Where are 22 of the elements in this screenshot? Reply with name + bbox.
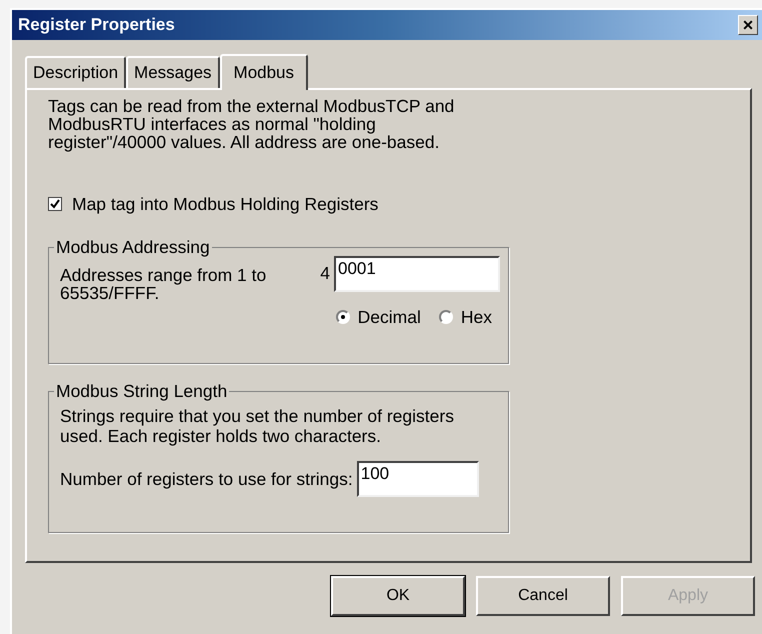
dialog-button[interactable]: OK (331, 576, 465, 616)
registers-label: Number of registers to use for strings: (60, 468, 353, 492)
radio-button[interactable] (438, 310, 453, 324)
intro-text: Tags can be read from the external ModbusTCP and ModbusRTU interfaces as normal "holding register"/40000 values. All address are one-based. (48, 97, 456, 151)
registers-field[interactable]: 100 (356, 461, 479, 498)
tab[interactable]: Messages (126, 56, 220, 88)
address-prefix: 4 (320, 262, 330, 286)
checkbox[interactable] (48, 197, 62, 212)
address-field[interactable]: 0001 (334, 256, 500, 292)
string-length-text: Strings require that you set the number of registers used. Each register holds two characters. (60, 406, 455, 446)
window-title: Register Properties (18, 14, 175, 36)
radio-button[interactable] (336, 310, 350, 324)
group-title: Modbus Addressing (54, 238, 212, 256)
address-range-text: Addresses range from 1 to 65535/FFFF. (60, 266, 268, 302)
radio-label: Hex (460, 306, 492, 330)
tab[interactable]: Modbus (220, 54, 308, 90)
close-button[interactable]: × (738, 15, 758, 35)
tab[interactable]: Description (25, 56, 126, 88)
dialog-button[interactable]: Cancel (476, 576, 610, 616)
checkbox-label: Map tag into Modbus Holding Registers (72, 193, 378, 216)
radio-label: Decimal (358, 306, 421, 330)
group-title: Modbus String Length (54, 382, 230, 400)
